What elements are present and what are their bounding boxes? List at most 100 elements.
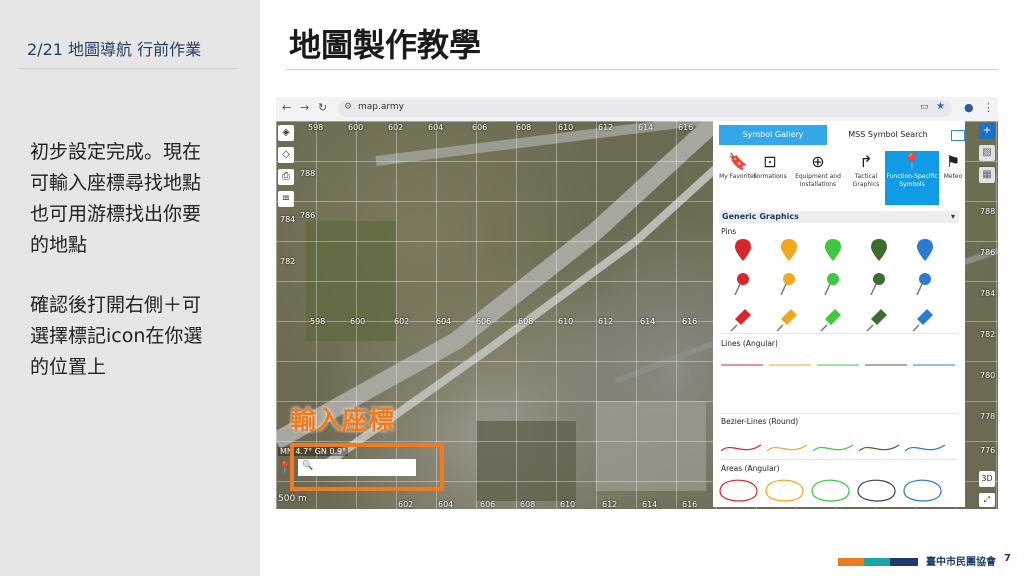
add-symbol-button[interactable]: + bbox=[979, 123, 995, 139]
title-divider bbox=[286, 69, 998, 70]
grid-label: 612 bbox=[602, 500, 618, 509]
url-field[interactable]: ⚙ map.army ▭ ★ bbox=[338, 100, 952, 117]
category-label: Meteo bbox=[943, 173, 963, 180]
cast-icon[interactable]: ▭ bbox=[920, 102, 929, 112]
text-line: 選擇標記icon在你選 bbox=[30, 325, 203, 347]
section-areas-angular: Areas (Angular) bbox=[721, 464, 780, 473]
equipment-icon: ⊕ bbox=[811, 152, 825, 171]
profile-icon[interactable]: ● bbox=[964, 101, 974, 114]
pin-row-teardrop bbox=[735, 239, 933, 261]
category-label: Equipment and Installations bbox=[795, 173, 841, 188]
url-text: map.army bbox=[358, 102, 405, 112]
map-toolbar-left: ◈ ◇ ⎙ ≡ bbox=[278, 125, 296, 213]
category-equipment[interactable]: ⊕ Equipment and Installations bbox=[793, 151, 843, 189]
grid-label: 600 bbox=[348, 123, 364, 132]
grid-label: 598 bbox=[308, 123, 324, 132]
footer-bar-navy bbox=[890, 558, 918, 566]
grid-label: 604 bbox=[438, 500, 454, 509]
back-arrow-icon[interactable]: ← bbox=[282, 101, 291, 114]
settings-sliders-icon[interactable]: ≡ bbox=[278, 191, 294, 207]
grid-label: 608 bbox=[520, 500, 536, 509]
menu-icon[interactable]: ⋮ bbox=[983, 101, 994, 114]
instruction-paragraph-1: 初步設定完成。現在 可輸入座標尋找地點 也可用游標找出你要 的地點 bbox=[30, 137, 230, 261]
grid-label: 616 bbox=[678, 123, 694, 132]
text-line: 的地點 bbox=[30, 234, 88, 256]
page-number: 7 bbox=[1004, 553, 1011, 564]
image-icon[interactable]: ▨ bbox=[979, 145, 995, 161]
text-line: 確認後打開右側＋可 bbox=[30, 294, 202, 316]
grid-label: 612 bbox=[598, 123, 614, 132]
grid-label: 782 bbox=[980, 330, 996, 339]
site-info-icon[interactable]: ⚙ bbox=[344, 102, 352, 112]
footer-bar-orange bbox=[838, 558, 864, 566]
reload-icon[interactable]: ↻ bbox=[318, 101, 327, 114]
grid-label: 604 bbox=[428, 123, 444, 132]
left-panel bbox=[0, 0, 260, 576]
grid-label: 602 bbox=[398, 500, 414, 509]
grid-label: 784 bbox=[280, 215, 296, 224]
section-lines-angular: Lines (Angular) bbox=[721, 339, 778, 348]
category-formations[interactable]: ⊡ Formations bbox=[745, 151, 795, 181]
table-icon[interactable]: ▦ bbox=[979, 167, 995, 183]
address-bar: ← → ↻ ⚙ map.army ▭ ★ ● ⋮ bbox=[276, 97, 998, 121]
grid-label: 780 bbox=[980, 371, 996, 380]
grid-label: 782 bbox=[280, 257, 296, 266]
divider bbox=[721, 459, 957, 460]
forward-arrow-icon[interactable]: → bbox=[300, 101, 309, 114]
grid-label: 616 bbox=[682, 317, 698, 326]
grid-label: 610 bbox=[558, 317, 574, 326]
grid-label: 612 bbox=[598, 317, 614, 326]
pin-icon: 📍 bbox=[902, 152, 922, 171]
category-tactical-graphics[interactable]: ↱ Tactical Graphics bbox=[841, 151, 891, 189]
text-line: 初步設定完成。現在 bbox=[30, 141, 202, 163]
dropdown-value: Generic Graphics bbox=[722, 212, 799, 221]
text-line: 的位置上 bbox=[30, 356, 107, 378]
pin-symbols bbox=[730, 239, 933, 332]
text-line: 也可用游標找出你要 bbox=[30, 203, 202, 225]
chevron-down-icon: ▾ bbox=[950, 212, 955, 221]
scale-bar-label: 500 m bbox=[278, 494, 307, 504]
grid-label: 608 bbox=[516, 123, 532, 132]
bezier-symbols bbox=[720, 444, 946, 452]
left-divider bbox=[18, 68, 238, 69]
formation-icon: ⊡ bbox=[763, 152, 777, 171]
section-bezier-lines: Bezier-Lines (Round) bbox=[721, 417, 799, 426]
tab-symbol-gallery[interactable]: Symbol Gallery bbox=[719, 125, 827, 145]
layers-icon[interactable]: ◈ bbox=[278, 125, 294, 141]
panel-toggle-icon[interactable] bbox=[951, 130, 965, 141]
basemap-icon[interactable]: ◇ bbox=[278, 147, 294, 163]
category-label: Function-Specific Symbols bbox=[886, 173, 938, 188]
print-icon[interactable]: ⎙ bbox=[278, 169, 294, 185]
symbol-gallery-panel: Symbol Gallery MSS Symbol Search 🔖 My Fa… bbox=[713, 121, 965, 507]
grid-label: 786 bbox=[980, 248, 996, 257]
tab-mss-symbol-search[interactable]: MSS Symbol Search bbox=[837, 125, 939, 145]
pin-row-ball bbox=[734, 273, 931, 296]
3d-toggle-button[interactable]: 3D bbox=[979, 471, 995, 487]
expand-icon[interactable]: ⤢ bbox=[979, 493, 995, 507]
grid-label: 598 bbox=[310, 317, 326, 326]
grid-label: 604 bbox=[436, 317, 452, 326]
grid-label: 602 bbox=[394, 317, 410, 326]
slide-top-label: 2/21 地圖導航 行前作業 bbox=[27, 40, 202, 59]
area-symbols bbox=[719, 479, 942, 502]
divider bbox=[721, 413, 957, 414]
grid-label: 606 bbox=[480, 500, 496, 509]
grid-label: 610 bbox=[558, 123, 574, 132]
star-icon[interactable]: ★ bbox=[936, 101, 945, 112]
category-meteo[interactable]: ⚑ Meteo bbox=[939, 151, 967, 181]
grid-label: 606 bbox=[476, 317, 492, 326]
category-label: Formations bbox=[753, 173, 787, 180]
windsock-icon: ⚑ bbox=[945, 152, 961, 171]
organization-name: 臺中市民團協會 bbox=[926, 557, 996, 568]
grid-label: 608 bbox=[518, 317, 534, 326]
instruction-paragraph-2: 確認後打開右側＋可 選擇標記icon在你選 的位置上 bbox=[30, 290, 230, 383]
grid-label: 614 bbox=[642, 500, 658, 509]
grid-label: 606 bbox=[472, 123, 488, 132]
symbol-set-dropdown[interactable]: Generic Graphics ▾ bbox=[719, 211, 959, 223]
text-line: 可輸入座標尋找地點 bbox=[30, 172, 202, 194]
category-function-specific[interactable]: 📍 Function-Specific Symbols bbox=[885, 151, 939, 205]
grid-label: 778 bbox=[980, 412, 996, 421]
grid-label: 600 bbox=[350, 317, 366, 326]
grid-label: 602 bbox=[388, 123, 404, 132]
arrow-icon: ↱ bbox=[859, 152, 873, 171]
